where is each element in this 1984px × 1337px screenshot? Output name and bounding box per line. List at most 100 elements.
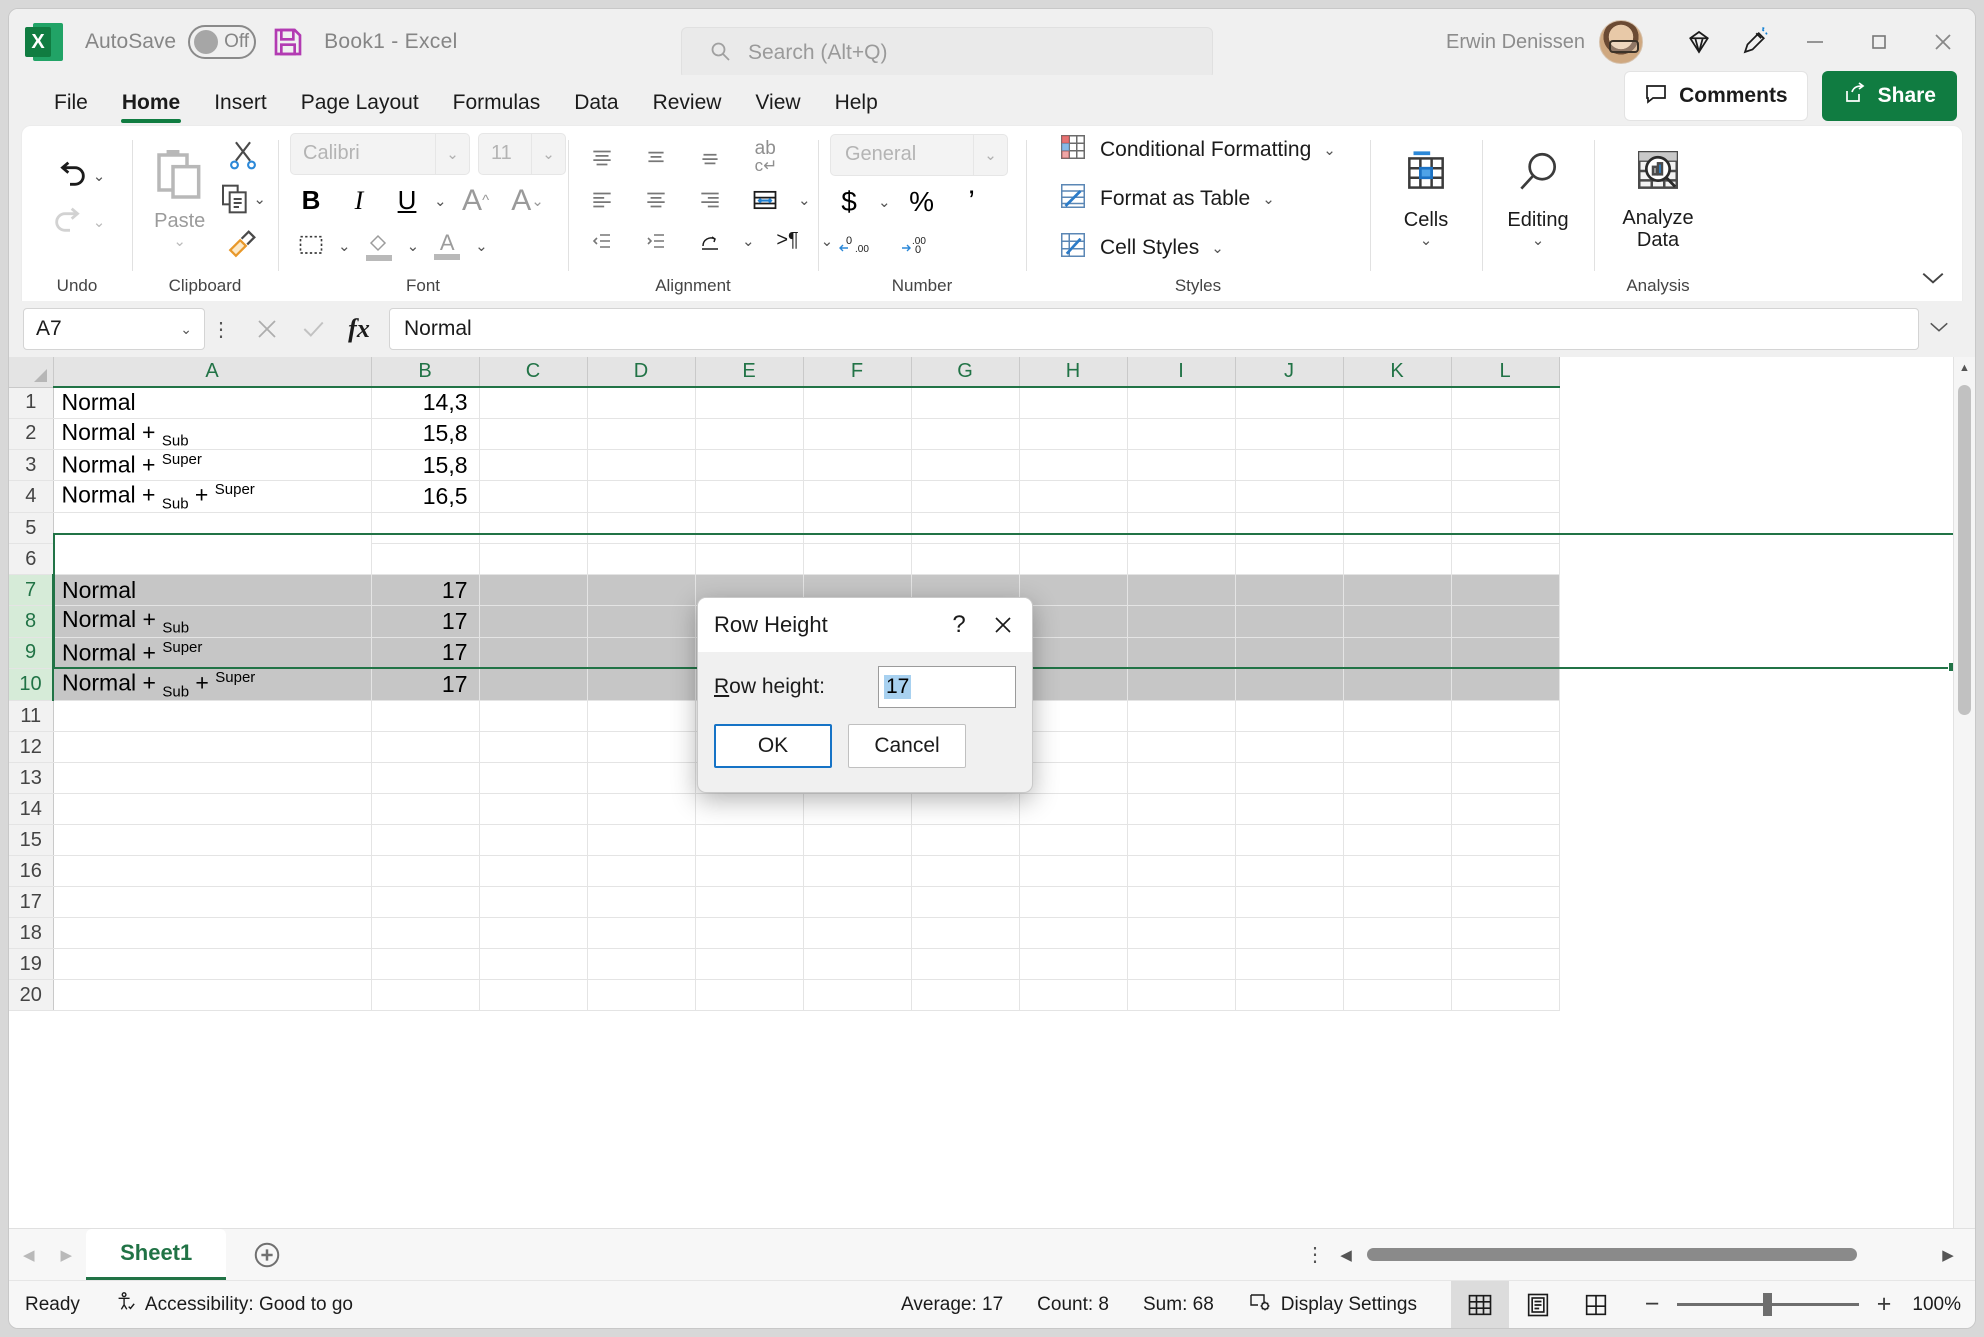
cell-K13[interactable] [1343, 762, 1452, 795]
chevron-down-icon[interactable]: ⌄ [435, 133, 469, 174]
tab-review[interactable]: Review [636, 91, 739, 125]
font-color-button[interactable]: A [425, 227, 469, 265]
column-header-E[interactable]: E [695, 357, 804, 388]
cell-H12[interactable] [1019, 731, 1128, 764]
cell-F15[interactable] [803, 824, 912, 857]
cell-H16[interactable] [1019, 855, 1128, 888]
cell-K6[interactable] [1343, 543, 1452, 576]
cell-K8[interactable] [1343, 605, 1452, 638]
cell-L14[interactable] [1451, 793, 1560, 826]
cell-J3[interactable] [1235, 449, 1344, 482]
cell-L4[interactable] [1451, 480, 1560, 514]
cell-B20[interactable] [371, 979, 480, 1012]
diamond-icon[interactable] [1671, 9, 1727, 75]
cell-A9[interactable]: Normal + Super [53, 637, 372, 669]
cell-H19[interactable] [1019, 948, 1128, 981]
cell-D13[interactable] [587, 762, 696, 795]
cell-L20[interactable] [1451, 979, 1560, 1012]
fill-color-button[interactable] [357, 227, 401, 265]
cell-B5[interactable] [371, 512, 480, 545]
cell-A7[interactable]: Normal [53, 574, 372, 607]
cell-L7[interactable] [1451, 574, 1560, 607]
cell-B13[interactable] [371, 762, 480, 795]
row-header-5[interactable]: 5 [9, 512, 54, 545]
cell-D10[interactable] [587, 668, 696, 702]
cell-J17[interactable] [1235, 886, 1344, 919]
row-header-18[interactable]: 18 [9, 917, 54, 950]
cell-J6[interactable] [1235, 543, 1344, 576]
copy-button[interactable] [219, 178, 251, 220]
scroll-right-arrow[interactable]: ▶ [1937, 1246, 1959, 1264]
page-layout-view-button[interactable] [1509, 1281, 1567, 1329]
cell-styles-button[interactable]: Cell Styles ⌄ [1050, 225, 1232, 271]
cell-H8[interactable] [1019, 605, 1128, 638]
cell-J12[interactable] [1235, 731, 1344, 764]
cell-K14[interactable] [1343, 793, 1452, 826]
cell-C5[interactable] [479, 512, 588, 545]
font-name-combo[interactable]: Calibri ⌄ [290, 132, 470, 175]
cell-D9[interactable] [587, 637, 696, 669]
analyze-data-button[interactable]: Analyze Data [1610, 128, 1706, 270]
cell-C7[interactable] [479, 574, 588, 607]
cell-B15[interactable] [371, 824, 480, 857]
cell-I9[interactable] [1127, 637, 1236, 669]
table-row[interactable]: 19 [9, 948, 1560, 981]
cell-D16[interactable] [587, 855, 696, 888]
cell-H9[interactable] [1019, 637, 1128, 669]
cell-I4[interactable] [1127, 480, 1236, 514]
zoom-out-button[interactable]: − [1641, 1292, 1663, 1317]
expand-formula-bar-icon[interactable] [1919, 319, 1959, 340]
align-bottom-button[interactable] [688, 139, 732, 177]
sheet-tab-sheet1[interactable]: Sheet1 [86, 1229, 227, 1280]
cell-H17[interactable] [1019, 886, 1128, 919]
minimize-button[interactable] [1783, 9, 1847, 75]
display-settings-button[interactable]: Display Settings [1248, 1290, 1417, 1320]
table-row[interactable]: 15 [9, 824, 1560, 857]
orientation-button[interactable]: ab c↵ [742, 139, 790, 177]
cell-D15[interactable] [587, 824, 696, 857]
cell-H13[interactable] [1019, 762, 1128, 795]
cell-L2[interactable] [1451, 418, 1560, 451]
cell-H1[interactable] [1019, 387, 1128, 419]
help-icon[interactable]: ? [938, 604, 980, 646]
column-header-C[interactable]: C [479, 357, 588, 388]
table-row[interactable]: 5 [9, 512, 1560, 545]
cell-F14[interactable] [803, 793, 912, 826]
row-header-6[interactable]: 6 [9, 543, 54, 576]
cell-A4[interactable]: Normal + Sub + Super [53, 480, 372, 514]
save-icon[interactable] [272, 26, 304, 58]
cell-C8[interactable] [479, 605, 588, 638]
cell-D11[interactable] [587, 700, 696, 733]
cell-A13[interactable] [53, 762, 372, 795]
cell-C6[interactable] [479, 543, 588, 576]
cell-H7[interactable] [1019, 574, 1128, 607]
tab-help[interactable]: Help [818, 91, 895, 125]
cell-D6[interactable] [587, 543, 696, 576]
zoom-slider[interactable] [1677, 1293, 1859, 1316]
cell-G3[interactable] [911, 449, 1020, 482]
cell-G5[interactable] [911, 512, 1020, 545]
accessibility-status[interactable]: Accessibility: Good to go [114, 1291, 353, 1319]
row-header-15[interactable]: 15 [9, 824, 54, 857]
cell-I19[interactable] [1127, 948, 1236, 981]
cell-E19[interactable] [695, 948, 804, 981]
cell-A14[interactable] [53, 793, 372, 826]
paste-dropdown-icon[interactable]: ⌄ [173, 232, 186, 250]
cell-D4[interactable] [587, 480, 696, 514]
cell-C3[interactable] [479, 449, 588, 482]
cell-C19[interactable] [479, 948, 588, 981]
cell-H10[interactable] [1019, 668, 1128, 702]
tab-page-layout[interactable]: Page Layout [284, 91, 436, 125]
cell-F18[interactable] [803, 917, 912, 950]
cell-L15[interactable] [1451, 824, 1560, 857]
editing-button[interactable]: Editing ⌄ [1494, 128, 1582, 270]
row-header-20[interactable]: 20 [9, 979, 54, 1012]
underline-dropdown-icon[interactable]: ⌄ [434, 192, 447, 210]
cell-H5[interactable] [1019, 512, 1128, 545]
cell-B19[interactable] [371, 948, 480, 981]
row-header-8[interactable]: 8 [9, 605, 54, 638]
cell-E2[interactable] [695, 418, 804, 451]
cell-D8[interactable] [587, 605, 696, 638]
cell-F16[interactable] [803, 855, 912, 888]
cell-J18[interactable] [1235, 917, 1344, 950]
